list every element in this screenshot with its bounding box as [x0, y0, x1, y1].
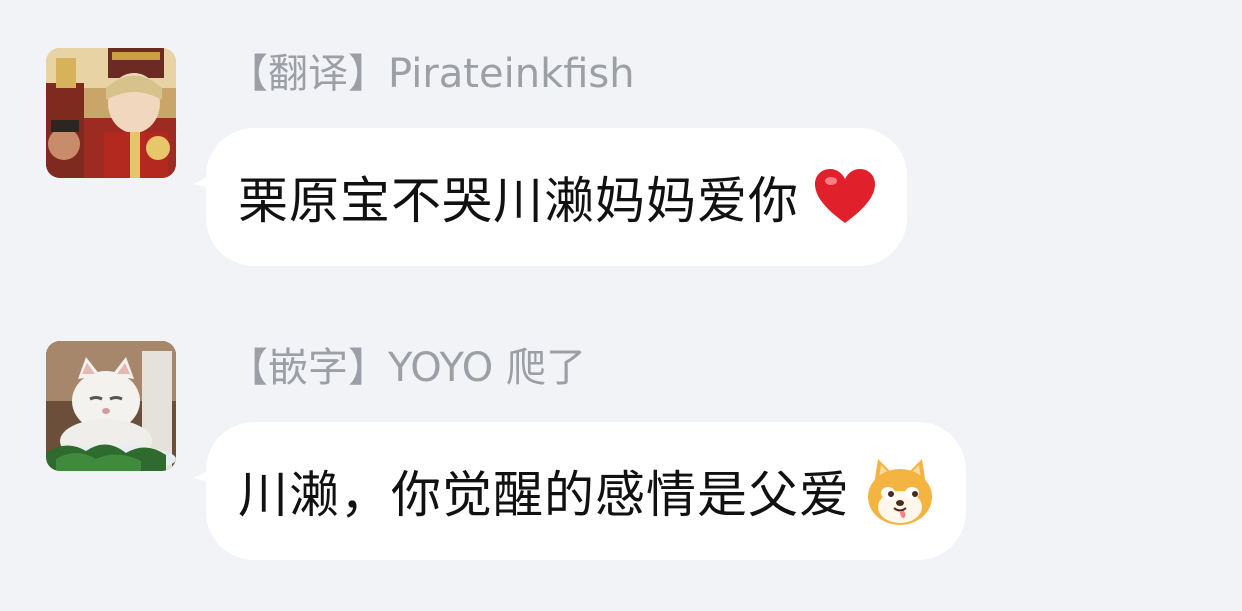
- white-cat-avatar-image: [46, 341, 176, 471]
- message-bubble[interactable]: 川濑，你觉醒的感情是父爱: [192, 422, 966, 560]
- anime-soldier-avatar-image: [46, 48, 176, 178]
- message-text: 栗原宝不哭川濑妈妈爱你: [238, 172, 799, 230]
- shiba-dog-icon: [864, 455, 936, 527]
- sender-name[interactable]: 【翻译】Pirateinkfish: [228, 50, 635, 98]
- avatar-anime-soldier[interactable]: [46, 48, 176, 178]
- avatar-white-cat[interactable]: [46, 341, 176, 471]
- message-bubble[interactable]: 栗原宝不哭川濑妈妈爱你: [192, 128, 907, 266]
- bubble-tail: [192, 448, 222, 484]
- sender-name[interactable]: 【嵌字】YOYO 爬了: [228, 344, 586, 392]
- bubble-tail: [192, 154, 222, 190]
- heart-icon: [813, 167, 877, 227]
- message-text: 川濑，你觉醒的感情是父爱: [238, 466, 850, 524]
